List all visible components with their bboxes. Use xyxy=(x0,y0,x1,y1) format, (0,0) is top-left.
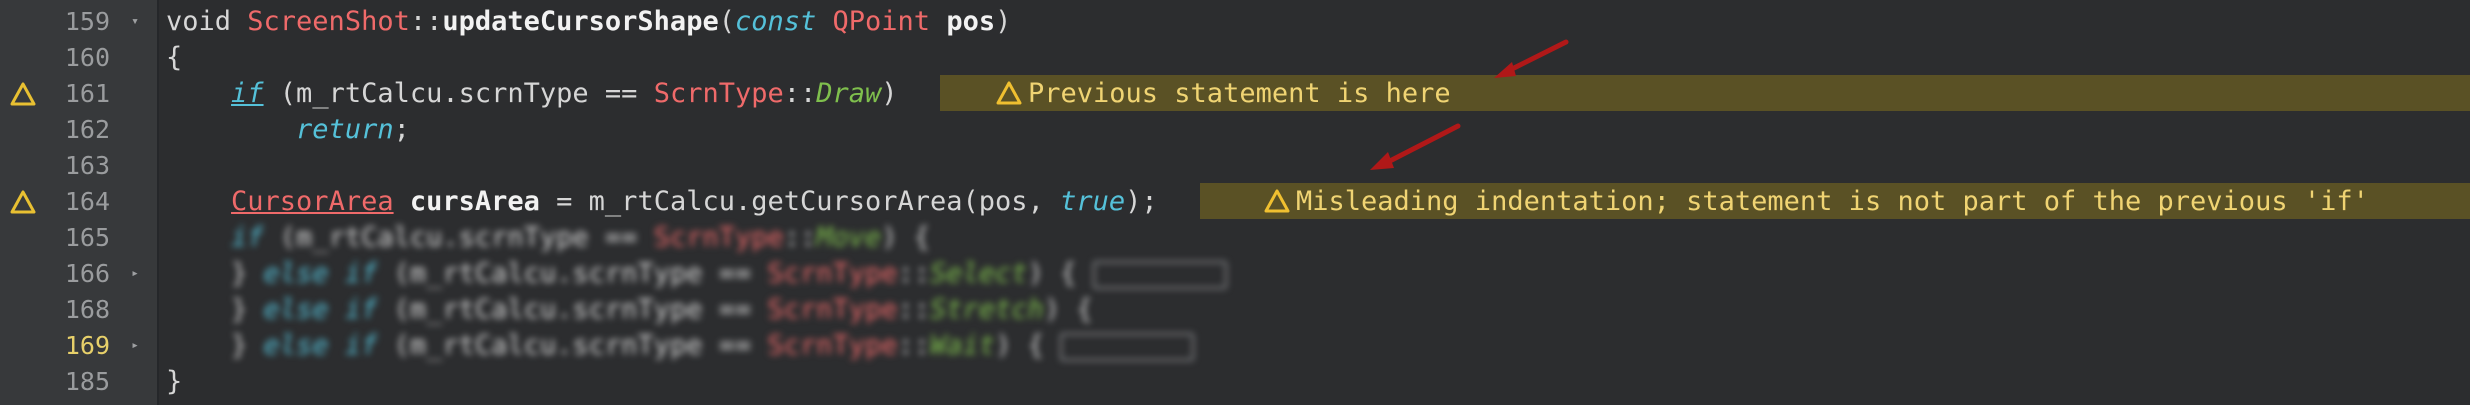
code-text[interactable]: if (m_rtCalcu.scrnType == ScrnType::Draw… xyxy=(166,76,898,112)
line-number: 169 xyxy=(64,331,110,360)
folded-block-indicator[interactable] xyxy=(1092,260,1227,289)
code-line[interactable]: 159 ▾ void ScreenShot::updateCursorShape… xyxy=(0,4,2470,40)
fold-toggle-icon[interactable]: ▸ xyxy=(128,256,142,292)
code-text[interactable]: if (m_rtCalcu.scrnType == ScrnType::Move… xyxy=(166,220,930,256)
code-line[interactable]: 185 } xyxy=(0,364,2470,400)
code-text[interactable]: } else if (m_rtCalcu.scrnType == ScrnTyp… xyxy=(166,328,1195,364)
fold-toggle-icon[interactable]: ▸ xyxy=(128,328,142,364)
code-text[interactable]: void ScreenShot::updateCursorShape(const… xyxy=(166,4,1011,40)
folded-block-indicator[interactable] xyxy=(1060,332,1195,361)
arrow-icon xyxy=(1494,39,1569,78)
line-number: 161 xyxy=(64,79,110,108)
code-line[interactable]: 162 return; xyxy=(0,112,2470,148)
line-number: 165 xyxy=(64,223,110,252)
code-line[interactable]: 160 { xyxy=(0,40,2470,76)
line-number: 163 xyxy=(64,151,110,180)
warning-annotation: Misleading indentation; statement is not… xyxy=(1264,184,2369,220)
warning-icon xyxy=(1264,189,1290,213)
code-editor[interactable]: 159 ▾ void ScreenShot::updateCursorShape… xyxy=(0,0,2470,405)
line-number: 160 xyxy=(64,43,110,72)
code-text[interactable]: } else if (m_rtCalcu.scrnType == ScrnTyp… xyxy=(166,256,1227,292)
code-line[interactable]: 169 ▸ } else if (m_rtCalcu.scrnType == S… xyxy=(0,328,2470,364)
code-text[interactable]: } xyxy=(166,364,182,400)
code-text[interactable]: return; xyxy=(166,112,410,148)
warning-annotation: Previous statement is here xyxy=(996,76,1451,112)
line-number: 162 xyxy=(64,115,110,144)
warning-icon xyxy=(996,81,1022,105)
line-number: 168 xyxy=(64,295,110,324)
code-line[interactable]: 168 } else if (m_rtCalcu.scrnType == Scr… xyxy=(0,292,2470,328)
fold-toggle-icon[interactable]: ▾ xyxy=(128,4,142,40)
code-text[interactable]: } else if (m_rtCalcu.scrnType == ScrnTyp… xyxy=(166,292,1093,328)
code-text[interactable]: CursorArea cursArea = m_rtCalcu.getCurso… xyxy=(166,184,1158,220)
line-number: 164 xyxy=(64,187,110,216)
line-number: 166 xyxy=(64,259,110,288)
line-number: 159 xyxy=(64,7,110,36)
code-line[interactable]: 165 if (m_rtCalcu.scrnType == ScrnType::… xyxy=(0,220,2470,256)
code-line[interactable]: 166 ▸ } else if (m_rtCalcu.scrnType == S… xyxy=(0,256,2470,292)
code-line[interactable]: 163 xyxy=(0,148,2470,184)
line-number: 185 xyxy=(64,367,110,396)
code-line[interactable]: 164 CursorArea cursArea = m_rtCalcu.getC… xyxy=(0,184,2470,220)
arrow-icon xyxy=(1370,123,1461,170)
code-text[interactable]: { xyxy=(166,40,182,76)
code-line[interactable]: 161 if (m_rtCalcu.scrnType == ScrnType::… xyxy=(0,76,2470,112)
